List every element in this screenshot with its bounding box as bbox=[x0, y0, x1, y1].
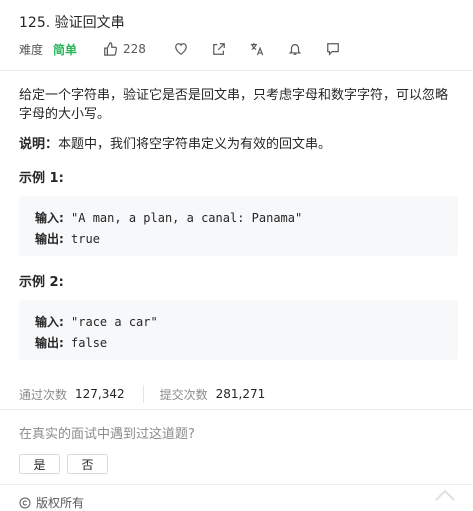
output-label: 输出: bbox=[35, 336, 64, 350]
share-icon bbox=[213, 43, 225, 55]
example-1-output: true bbox=[63, 232, 100, 246]
example-1-input-line: 输入: "A man, a plan, a canal: Panama" bbox=[35, 209, 302, 226]
collapse-icon[interactable] bbox=[433, 486, 457, 502]
input-label: 输入: bbox=[35, 211, 64, 225]
note-text: 本题中，我们将空字符串定义为有效的回文串。 bbox=[58, 137, 332, 152]
example-1-block: 输入: "A man, a plan, a canal: Panama" 输出:… bbox=[19, 196, 458, 256]
example-2-input-line: 输入: "race a car" bbox=[35, 313, 158, 330]
problem-meta: 难度 简单 228 bbox=[19, 40, 342, 58]
no-button[interactable]: 否 bbox=[67, 454, 108, 474]
submissions-count: 281,271 bbox=[215, 387, 266, 401]
note-paragraph: 说明：本题中，我们将空字符串定义为有效的回文串。 bbox=[19, 135, 331, 154]
difficulty-label: 难度 bbox=[19, 42, 44, 57]
share-button[interactable] bbox=[210, 40, 228, 58]
subscribe-button[interactable] bbox=[286, 40, 304, 58]
stats-divider bbox=[142, 385, 144, 403]
input-label: 输入: bbox=[35, 315, 64, 329]
submission-stats: 通过次数 127,342 提交次数 281,271 bbox=[19, 385, 265, 403]
accepted-label: 通过次数 bbox=[19, 387, 68, 402]
like-button[interactable]: 228 bbox=[103, 42, 146, 56]
example-1-output-line: 输出: true bbox=[35, 230, 100, 247]
problem-description: 给定一个字符串，验证它是否是回文串，只考虑字母和数字字符，可以忽略字母的大小写。 bbox=[19, 88, 449, 122]
accepted-count: 127,342 bbox=[75, 387, 125, 401]
example-1-heading: 示例 1: bbox=[19, 171, 64, 186]
submissions-label: 提交次数 bbox=[159, 387, 208, 402]
difficulty-badge: 简单 bbox=[53, 42, 78, 57]
comment-icon bbox=[327, 43, 339, 56]
header-divider bbox=[0, 70, 473, 71]
copyright-icon bbox=[19, 497, 31, 508]
example-2-output-line: 输出: false bbox=[35, 334, 107, 351]
bell-icon bbox=[288, 44, 302, 55]
copyright-footer: 版权所有 bbox=[19, 494, 84, 511]
thumbs-up-icon bbox=[104, 42, 118, 56]
translate-button[interactable] bbox=[248, 40, 266, 58]
stats-divider-line bbox=[0, 409, 473, 410]
heart-icon bbox=[175, 43, 187, 55]
example-2-output: false bbox=[63, 336, 108, 350]
favorite-button[interactable] bbox=[172, 40, 190, 58]
interview-question: 在真实的面试中遇到过这道题? bbox=[19, 427, 195, 442]
example-2-block: 输入: "race a car" 输出: false bbox=[19, 300, 458, 360]
translate-icon bbox=[250, 42, 264, 56]
example-2-input: "race a car" bbox=[63, 315, 158, 329]
footer-divider bbox=[0, 484, 473, 485]
page-title: 125. 验证回文串 bbox=[19, 15, 125, 31]
output-label: 输出: bbox=[35, 232, 64, 246]
copyright-text: 版权所有 bbox=[36, 496, 85, 510]
note-label: 说明： bbox=[19, 137, 59, 152]
feedback-button[interactable] bbox=[324, 40, 342, 58]
yes-button[interactable]: 是 bbox=[19, 454, 60, 474]
example-2-heading: 示例 2: bbox=[19, 275, 64, 290]
example-1-input: "A man, a plan, a canal: Panama" bbox=[63, 211, 303, 225]
like-count: 228 bbox=[123, 42, 146, 56]
